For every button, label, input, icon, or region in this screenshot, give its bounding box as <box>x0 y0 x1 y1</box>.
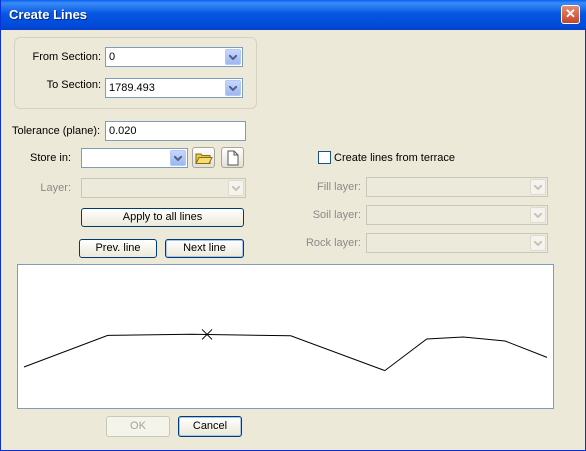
to-section-combo[interactable]: 1789.493 <box>105 78 243 98</box>
fill-layer-label: Fill layer: <box>316 181 361 193</box>
chevron-down-icon[interactable] <box>530 207 546 223</box>
new-file-button[interactable] <box>221 147 244 168</box>
tolerance-input[interactable]: 0.020 <box>105 121 246 141</box>
terrain-profile-line <box>23 333 548 372</box>
tolerance-label: Tolerance (plane): <box>12 125 101 137</box>
new-file-icon <box>227 150 239 166</box>
folder-open-icon <box>195 153 213 164</box>
chevron-down-icon[interactable] <box>225 80 241 96</box>
chevron-down-icon[interactable] <box>170 150 186 166</box>
fill-layer-combo[interactable] <box>366 177 548 197</box>
create-from-terrace-label[interactable]: Create lines from terrace <box>334 152 455 164</box>
soil-layer-label: Soil layer: <box>312 209 361 221</box>
browse-folder-button[interactable] <box>192 147 215 168</box>
chevron-down-icon[interactable] <box>225 49 241 65</box>
create-from-terrace-checkbox[interactable] <box>318 151 331 164</box>
dialog-title: Create Lines <box>9 7 88 22</box>
profile-plot <box>23 329 548 372</box>
apply-to-all-lines-button[interactable]: Apply to all lines <box>81 208 244 227</box>
to-section-label: To Section: <box>46 79 101 91</box>
from-section-combo[interactable]: 0 <box>105 47 243 67</box>
profile-preview-canvas[interactable] <box>17 264 554 409</box>
create-lines-dialog: Create Lines ✕ From Section: 0 To Sectio… <box>0 0 586 451</box>
chevron-down-icon[interactable] <box>530 235 546 251</box>
from-section-label: From Section: <box>32 51 101 63</box>
close-button[interactable]: ✕ <box>561 5 580 24</box>
layer-combo[interactable] <box>81 178 246 198</box>
to-section-value: 1789.493 <box>109 82 155 94</box>
rock-layer-label: Rock layer: <box>305 237 361 249</box>
store-in-combo[interactable] <box>81 148 188 168</box>
soil-layer-combo[interactable] <box>366 205 548 225</box>
next-line-button[interactable]: Next line <box>165 239 244 258</box>
title-bar[interactable]: Create Lines ✕ <box>1 0 586 30</box>
chevron-down-icon[interactable] <box>228 180 244 196</box>
rock-layer-combo[interactable] <box>366 233 548 253</box>
layer-label: Layer: <box>40 182 71 194</box>
tolerance-value: 0.020 <box>109 125 137 137</box>
store-in-label: Store in: <box>30 152 71 164</box>
cancel-button[interactable]: Cancel <box>178 416 242 437</box>
from-section-value: 0 <box>109 51 116 63</box>
chevron-down-icon[interactable] <box>530 179 546 195</box>
prev-line-button[interactable]: Prev. line <box>79 239 157 258</box>
ok-button[interactable]: OK <box>106 416 170 437</box>
